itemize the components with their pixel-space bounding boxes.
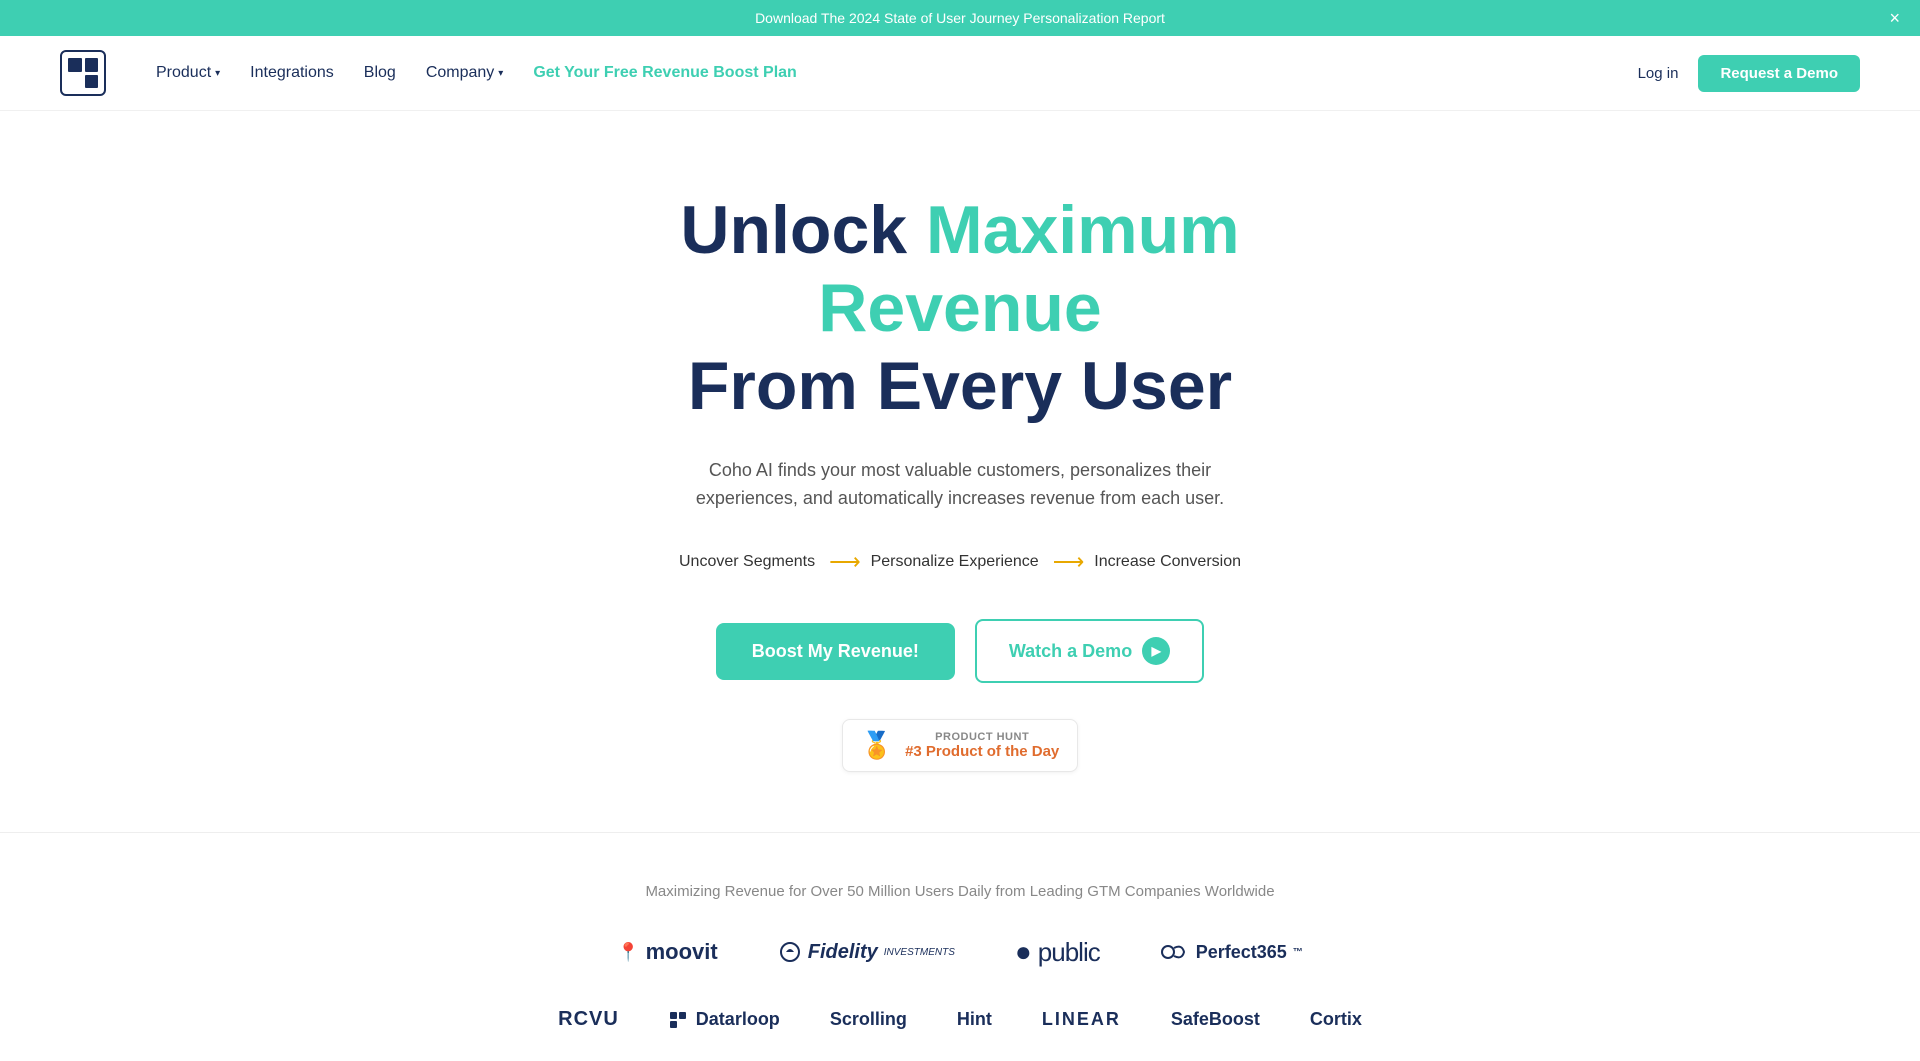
- logo-cell-tl: [68, 58, 82, 72]
- public-logo: ● public: [1015, 936, 1100, 968]
- hero-title: Unlock Maximum Revenue From Every User: [550, 191, 1370, 426]
- banner-close-button[interactable]: ×: [1889, 9, 1900, 27]
- fidelity-logo: Fidelity INVESTMENTS: [778, 940, 955, 964]
- ph-rank: #3 Product of the Day: [905, 743, 1059, 760]
- perfect365-logo: Perfect365 ™: [1160, 940, 1303, 964]
- company-chevron-icon: ▾: [498, 68, 503, 79]
- nav-company[interactable]: Company ▾: [426, 64, 504, 82]
- navbar: Product ▾ Integrations Blog Company ▾ Ge…: [0, 36, 1920, 111]
- nav-right: Log in Request a Demo: [1638, 55, 1860, 92]
- nav-product[interactable]: Product ▾: [156, 64, 220, 82]
- flow-step1: Uncover Segments: [679, 553, 815, 571]
- nav-integrations[interactable]: Integrations: [250, 64, 334, 82]
- moovit-pin-icon: 📍: [617, 942, 639, 963]
- datarloop-logo: Datarloop: [669, 1009, 780, 1030]
- nav-blog[interactable]: Blog: [364, 64, 396, 82]
- product-hunt-badge[interactable]: 🏅 PRODUCT HUNT #3 Product of the Day: [842, 719, 1079, 772]
- hero-subtitle: Coho AI finds your most valuable custome…: [680, 456, 1240, 514]
- fidelity-leaf-icon: [778, 940, 802, 964]
- nav-revenue-boost[interactable]: Get Your Free Revenue Boost Plan: [533, 64, 796, 82]
- cortix-logo: Cortix: [1310, 1009, 1362, 1030]
- linear-logo: LINEAR: [1042, 1009, 1121, 1030]
- flow-arrow-1-icon: ⟶: [829, 549, 857, 575]
- flow-step2: Personalize Experience: [871, 553, 1039, 571]
- hero-actions: Boost My Revenue! Watch a Demo ▶: [550, 619, 1370, 683]
- boost-revenue-button[interactable]: Boost My Revenue!: [716, 623, 955, 680]
- logo-cell-br: [85, 75, 99, 89]
- logo-cell-bl: [68, 75, 82, 89]
- scrolling-logo: Scrolling: [830, 1009, 907, 1030]
- hero-title-part1: Unlock: [680, 192, 926, 268]
- flow-arrow-2-icon: ⟶: [1053, 549, 1081, 575]
- rcvu-logo: RCVU: [558, 1008, 619, 1031]
- nav-links: Product ▾ Integrations Blog Company ▾ Ge…: [156, 64, 1638, 82]
- login-button[interactable]: Log in: [1638, 65, 1679, 82]
- datarloop-icon: [669, 1011, 687, 1029]
- product-chevron-icon: ▾: [215, 68, 220, 79]
- logos-row-1: 📍 moovit Fidelity INVESTMENTS ● public P…: [60, 936, 1860, 968]
- request-demo-button[interactable]: Request a Demo: [1698, 55, 1860, 92]
- social-label: Maximizing Revenue for Over 50 Million U…: [60, 883, 1860, 900]
- play-icon: ▶: [1142, 637, 1170, 665]
- hero-section: Unlock Maximum Revenue From Every User C…: [510, 111, 1410, 832]
- safeboost-logo: SafeBoost: [1171, 1009, 1260, 1030]
- perfect365-icon: [1160, 940, 1190, 964]
- logo[interactable]: [60, 50, 106, 96]
- hero-title-part2: From Every User: [688, 348, 1232, 424]
- flow-step3: Increase Conversion: [1094, 553, 1241, 571]
- logos-row-2: RCVU Datarloop Scrolling Hint LINEAR Saf…: [60, 1008, 1860, 1031]
- logo-cell-tr: [85, 58, 99, 72]
- ph-text: PRODUCT HUNT #3 Product of the Day: [905, 731, 1059, 760]
- banner-text: Download The 2024 State of User Journey …: [755, 10, 1165, 26]
- ph-label: PRODUCT HUNT: [905, 731, 1059, 743]
- hero-flow: Uncover Segments ⟶ Personalize Experienc…: [550, 549, 1370, 575]
- social-section: Maximizing Revenue for Over 50 Million U…: [0, 832, 1920, 1061]
- moovit-logo: 📍 moovit: [617, 939, 718, 965]
- hint-logo: Hint: [957, 1009, 992, 1030]
- medal-icon: 🏅: [861, 730, 893, 761]
- top-banner: Download The 2024 State of User Journey …: [0, 0, 1920, 36]
- watch-demo-button[interactable]: Watch a Demo ▶: [975, 619, 1204, 683]
- logo-box: [60, 50, 106, 96]
